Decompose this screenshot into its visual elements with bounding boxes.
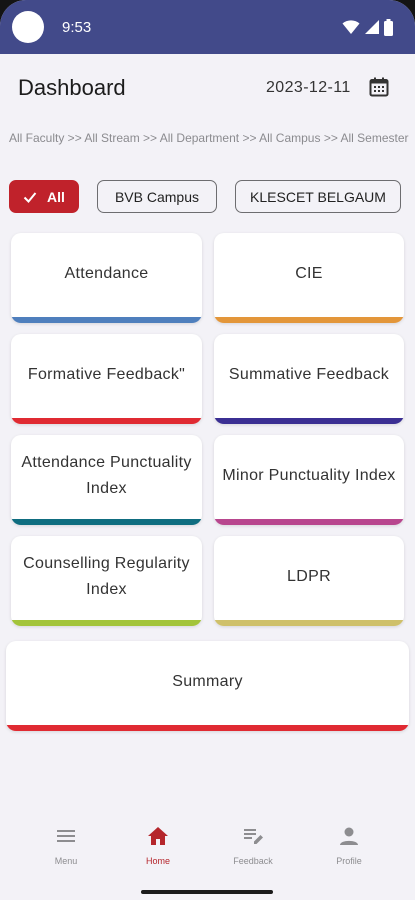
nav-label: Profile bbox=[336, 856, 362, 866]
card-summary[interactable]: Summary bbox=[6, 641, 409, 731]
filter-chip-klescet-belgaum[interactable]: KLESCET BELGAUM bbox=[235, 180, 401, 213]
gesture-home-indicator[interactable] bbox=[141, 890, 273, 894]
filter-chip-label: All bbox=[47, 188, 65, 205]
card-accent-bar bbox=[214, 418, 404, 424]
card-accent-bar bbox=[11, 620, 202, 626]
selected-date[interactable]: 2023-12-11 bbox=[266, 79, 351, 97]
check-icon bbox=[23, 191, 37, 203]
nav-item-home[interactable]: Home bbox=[118, 824, 198, 866]
card-label: Attendance Punctuality Index bbox=[21, 454, 192, 497]
filter-chip-bvb-campus[interactable]: BVB Campus bbox=[97, 180, 217, 213]
nav-item-menu[interactable]: Menu bbox=[26, 824, 106, 866]
card-accent-bar bbox=[214, 519, 404, 525]
card-minor-punctuality-index[interactable]: Minor Punctuality Index bbox=[214, 435, 404, 525]
feedback-icon bbox=[244, 829, 263, 844]
card-attendance-punctuality-index[interactable]: Attendance Punctuality Index bbox=[11, 435, 202, 525]
signal-icon bbox=[365, 20, 379, 34]
card-label: Attendance bbox=[64, 265, 149, 282]
filter-chip-label: BVB Campus bbox=[114, 188, 200, 205]
filter-breadcrumb: All Faculty >> All Stream >> All Departm… bbox=[9, 131, 409, 145]
card-counselling-regularity-index[interactable]: Counselling Regularity Index bbox=[11, 536, 202, 626]
app-screen: 9:53 Dashboard 2023-12-11 All Faculty >>… bbox=[0, 0, 415, 900]
profile-icon bbox=[340, 827, 358, 845]
card-accent-bar bbox=[214, 317, 404, 323]
card-accent-bar bbox=[11, 418, 202, 424]
card-formative-feedback[interactable]: Formative Feedback" bbox=[11, 334, 202, 424]
card-accent-bar bbox=[11, 317, 202, 323]
card-label: Summative Feedback bbox=[228, 366, 390, 383]
bottom-navigation: Menu Home Feedback Profile bbox=[0, 808, 415, 884]
nav-item-feedback[interactable]: Feedback bbox=[213, 824, 293, 866]
status-bar: 9:53 bbox=[0, 0, 415, 54]
nav-item-profile[interactable]: Profile bbox=[309, 824, 389, 866]
calendar-icon[interactable] bbox=[367, 75, 391, 99]
card-accent-bar bbox=[6, 725, 409, 731]
nav-label: Feedback bbox=[233, 856, 273, 866]
battery-icon bbox=[384, 18, 393, 36]
wifi-icon bbox=[342, 20, 360, 34]
menu-icon bbox=[57, 830, 75, 842]
card-label: Minor Punctuality Index bbox=[222, 467, 396, 484]
home-icon bbox=[148, 827, 168, 845]
card-attendance[interactable]: Attendance bbox=[11, 233, 202, 323]
status-time: 9:53 bbox=[62, 19, 92, 36]
card-summative-feedback[interactable]: Summative Feedback bbox=[214, 334, 404, 424]
campus-filter-chips: All BVB Campus KLESCET BELGAUM bbox=[0, 180, 415, 214]
filter-chip-all[interactable]: All bbox=[9, 180, 79, 213]
app-header: Dashboard 2023-12-11 bbox=[0, 54, 415, 120]
card-label: Counselling Regularity Index bbox=[23, 555, 190, 598]
nav-label: Menu bbox=[54, 856, 78, 866]
camera-cutout bbox=[12, 11, 44, 43]
card-accent-bar bbox=[11, 519, 202, 525]
page-title: Dashboard bbox=[18, 75, 126, 100]
card-cie[interactable]: CIE bbox=[214, 233, 404, 323]
card-label: Summary bbox=[172, 673, 243, 690]
card-label: LDPR bbox=[287, 568, 331, 585]
filter-chip-label: KLESCET BELGAUM bbox=[250, 188, 386, 205]
card-label: Formative Feedback" bbox=[27, 366, 186, 383]
status-icons bbox=[342, 18, 393, 36]
card-ldpr[interactable]: LDPR bbox=[214, 536, 404, 626]
nav-label: Home bbox=[145, 856, 170, 866]
card-label: CIE bbox=[295, 265, 323, 282]
card-accent-bar bbox=[214, 620, 404, 626]
